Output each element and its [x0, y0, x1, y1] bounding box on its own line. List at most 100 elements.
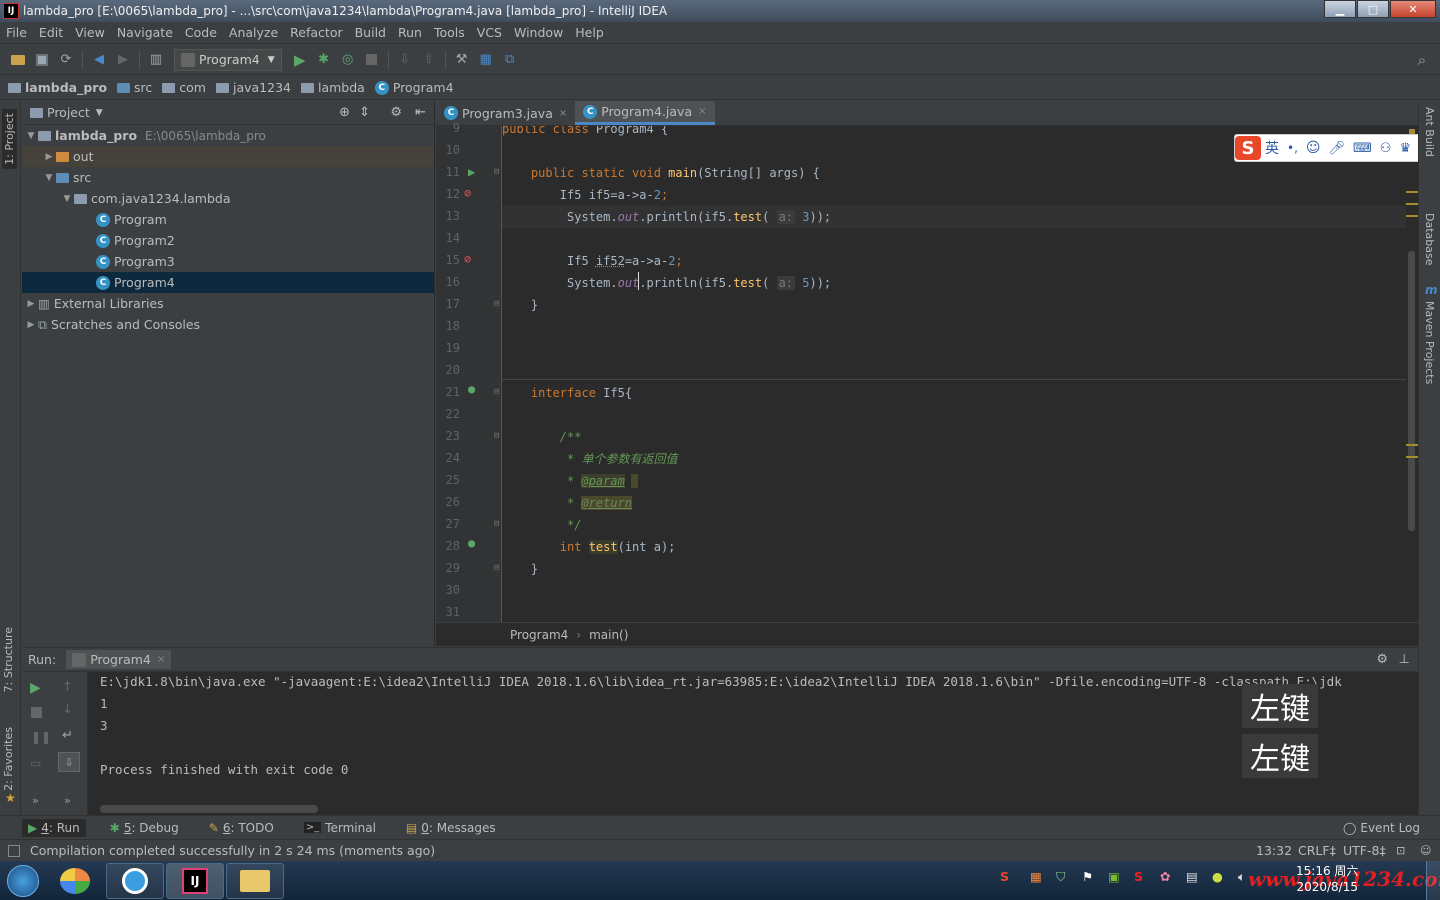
vcs-commit-icon[interactable]: ⇧ — [420, 51, 438, 69]
skin-icon[interactable]: ♛ — [1399, 141, 1411, 156]
menu-help[interactable]: Help — [569, 25, 610, 40]
lambda-gutter-icon[interactable]: ⊘ — [464, 186, 471, 200]
ime-tray-icon[interactable]: ▦ — [1030, 869, 1048, 887]
vcs-update-icon[interactable]: ⇩ — [396, 51, 414, 69]
tab-program4[interactable]: C Program4.java × — [575, 101, 715, 125]
lambda-gutter-icon[interactable]: ⊘ — [464, 252, 471, 266]
chevron-right-icon[interactable]: ▶ — [24, 299, 38, 309]
breadcrumb-item-java1234[interactable]: java1234 — [215, 80, 291, 95]
back-icon[interactable]: ◀ — [90, 51, 108, 69]
breadcrumb-item-lambda[interactable]: lambda — [301, 80, 365, 95]
sdk-icon[interactable]: ⧉ — [501, 51, 519, 69]
tray-green-icon[interactable]: ● — [1212, 869, 1230, 887]
emoji-icon[interactable]: ☺ — [1306, 140, 1321, 156]
tool-tab-favorites[interactable]: 2: Favorites — [2, 727, 15, 791]
tool-tab-structure[interactable]: 7: Structure — [2, 627, 15, 692]
breadcrumb-item-program4[interactable]: C Program4 — [374, 80, 454, 95]
tree-item-program[interactable]: C Program — [22, 209, 434, 230]
tool-tab-project[interactable]: 1: Project — [2, 109, 17, 169]
sogou-tray-icon[interactable]: S — [1000, 869, 1018, 887]
notifications-icon[interactable]: ☺ — [1420, 844, 1431, 857]
forward-icon[interactable]: ▶ — [114, 51, 132, 69]
lock-icon[interactable]: ⊡ — [1396, 844, 1405, 857]
tray-app-icon[interactable]: ⚑ — [1082, 869, 1100, 887]
target-icon[interactable]: ⊕ — [339, 105, 350, 120]
gear-icon[interactable]: ⚙ — [390, 105, 402, 120]
fold-icon[interactable]: ⊟ — [494, 563, 499, 573]
nvidia-icon[interactable]: ▣ — [1108, 869, 1126, 887]
editor-crumb-class[interactable]: Program4 — [510, 628, 568, 642]
close-icon[interactable]: × — [559, 108, 567, 119]
close-button[interactable]: ✕ — [1390, 0, 1436, 18]
scroll-to-end-icon[interactable]: ⇩ — [58, 752, 80, 772]
more-icon[interactable]: » — [32, 794, 39, 807]
tree-item-package[interactable]: ▼ com.java1234.lambda — [22, 188, 434, 209]
fold-icon[interactable]: ⊟ — [494, 167, 499, 177]
status-toggle-icon[interactable] — [8, 844, 20, 857]
coverage-icon[interactable]: ◎ — [339, 51, 357, 69]
stop-icon[interactable] — [31, 707, 42, 718]
code-editor[interactable]: public class Program4 { public static vo… — [502, 126, 1406, 622]
network-icon[interactable]: ▤ — [1186, 869, 1204, 887]
chevron-down-icon[interactable]: ▼ — [42, 173, 56, 183]
menu-edit[interactable]: Edit — [33, 25, 69, 40]
menu-analyze[interactable]: Analyze — [223, 25, 284, 40]
cursor-position[interactable]: 13:32 — [1256, 843, 1292, 858]
security-icon[interactable]: ⛉ — [1056, 869, 1074, 887]
breadcrumb-item-project[interactable]: lambda_pro — [8, 80, 107, 95]
clock[interactable]: 15:16 周六 2020/8/15 — [1296, 863, 1358, 895]
console-scrollbar[interactable] — [1408, 672, 1418, 815]
project-structure-icon[interactable]: ▦ — [477, 51, 495, 69]
ime-language[interactable]: 英 — [1265, 138, 1279, 158]
project-view-select[interactable]: Project — [47, 105, 90, 120]
flower-icon[interactable]: ✿ — [1160, 869, 1178, 887]
taskbar-app-photos[interactable] — [46, 863, 104, 899]
debug-icon[interactable]: ✱ — [315, 51, 333, 69]
status-message[interactable]: Compilation completed successfully in 2 … — [30, 843, 435, 858]
run-tab-program4[interactable]: Program4 × — [66, 650, 172, 669]
sogou-s-icon[interactable]: S — [1134, 869, 1152, 887]
editor-gutter[interactable]: 9 10 11 12 13 14 15 16 17 18 19 20 21 22… — [436, 121, 502, 622]
implemented-gutter-icon[interactable]: ● — [468, 382, 475, 396]
menu-code[interactable]: Code — [179, 25, 223, 40]
chevron-right-icon[interactable]: ▶ — [24, 320, 38, 330]
file-encoding[interactable]: UTF-8‡ — [1343, 843, 1386, 858]
run-configuration-select[interactable]: Program4 ▼ — [174, 48, 282, 71]
menu-vcs[interactable]: VCS — [471, 25, 508, 40]
tool-tab-ant-build[interactable]: Ant Build — [1423, 107, 1436, 157]
more-icon[interactable]: » — [64, 794, 71, 807]
menu-refactor[interactable]: Refactor — [284, 25, 348, 40]
close-icon[interactable]: × — [157, 654, 165, 665]
rerun-icon[interactable]: ▶ — [30, 680, 41, 696]
tree-item-src[interactable]: ▼ src — [22, 167, 434, 188]
run-console[interactable]: E:\jdk1.8\bin\java.exe "-javaagent:E:\id… — [88, 672, 1408, 815]
maximize-button[interactable]: □ — [1357, 0, 1389, 18]
run-icon[interactable]: ▶ — [291, 51, 309, 69]
hide-panel-icon[interactable]: ⊥ — [1399, 652, 1410, 667]
minimize-button[interactable]: ▁ — [1324, 0, 1356, 18]
tree-item-program2[interactable]: C Program2 — [22, 230, 434, 251]
sogou-icon[interactable]: S — [1235, 136, 1261, 160]
build-icon[interactable]: ▥ — [147, 51, 165, 69]
menu-window[interactable]: Window — [508, 25, 569, 40]
pause-icon[interactable]: ❚❚ — [31, 730, 51, 744]
implemented-gutter-icon[interactable]: ● — [468, 536, 475, 550]
tool-tab-database[interactable]: Database — [1423, 213, 1436, 266]
dump-threads-icon[interactable]: ▭ — [30, 756, 41, 770]
tool-tab-run[interactable]: ▶ 4: Run — [22, 818, 86, 837]
chevron-down-icon[interactable]: ▼ — [96, 108, 103, 118]
taskbar-app-explorer[interactable] — [226, 862, 284, 899]
chevron-right-icon[interactable]: ▶ — [42, 152, 56, 162]
tool-tab-todo[interactable]: ✎ 6: TODO — [203, 819, 280, 837]
chevron-down-icon[interactable]: ▼ — [24, 131, 38, 141]
show-desktop-button[interactable] — [1426, 861, 1440, 900]
breadcrumb-item-src[interactable]: src — [117, 80, 152, 95]
menu-build[interactable]: Build — [349, 25, 392, 40]
settings-wrench-icon[interactable]: ⚒ — [453, 51, 471, 69]
tool-tab-maven[interactable]: Maven Projects — [1423, 301, 1436, 384]
line-separator[interactable]: CRLF‡ — [1298, 843, 1336, 858]
tree-item-program4[interactable]: C Program4 — [22, 272, 434, 293]
menu-view[interactable]: View — [69, 25, 111, 40]
tool-tab-debug[interactable]: ✱ 5: Debug — [104, 819, 185, 837]
tree-item-lambda-pro[interactable]: ▼ lambda_pro E:\0065\lambda_pro — [22, 125, 434, 146]
